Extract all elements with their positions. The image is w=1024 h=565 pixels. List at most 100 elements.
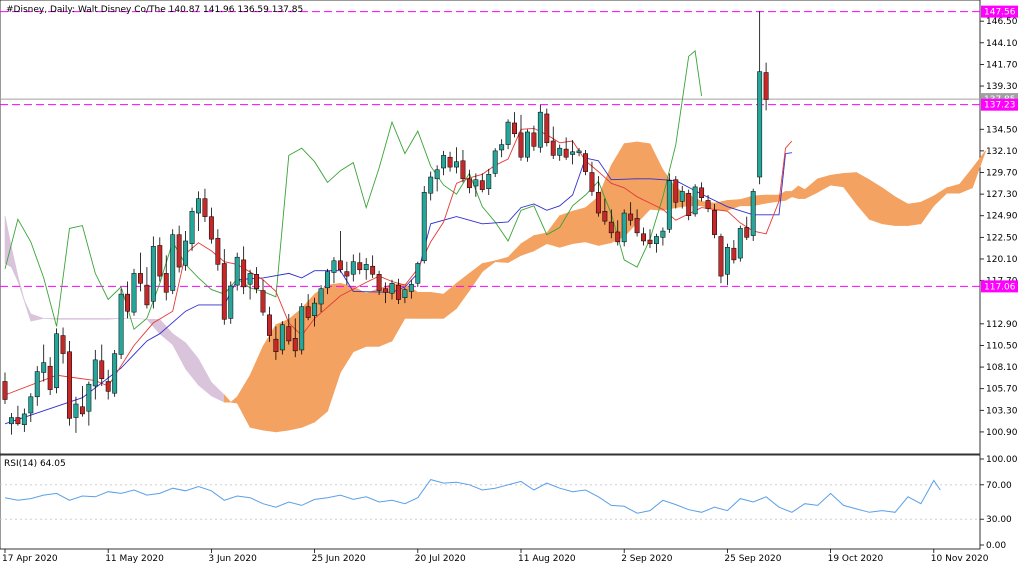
candle-body <box>505 121 511 145</box>
candle-body <box>718 236 724 277</box>
candle-body <box>402 289 408 298</box>
price-tick-label: 129.70 <box>986 169 1018 179</box>
candle-body <box>428 176 434 194</box>
candle-body <box>260 290 266 313</box>
candle-body <box>67 351 72 419</box>
candle <box>415 261 421 287</box>
price-tick-label: 103.30 <box>986 406 1018 416</box>
candle-body <box>679 191 685 202</box>
price-tick-label: 146.50 <box>986 17 1018 27</box>
chart-svg: #Disney, Daily: Walt Disney Co/The 140.8… <box>0 0 1018 564</box>
candle-body <box>163 273 169 293</box>
candle-body <box>686 192 692 216</box>
candle-body <box>692 186 698 215</box>
rsi-panel-frame <box>0 454 981 550</box>
price-tick-label: 120.10 <box>986 255 1018 265</box>
candle-body <box>105 381 111 392</box>
candle-body <box>202 198 208 217</box>
candle-body <box>589 172 595 192</box>
candle <box>666 173 672 233</box>
candle-body <box>421 192 427 262</box>
candle-body <box>247 273 253 285</box>
candle-body <box>673 179 679 203</box>
candle <box>421 186 427 264</box>
candle <box>112 349 118 397</box>
candle-body <box>550 140 556 156</box>
candle-body <box>724 247 730 275</box>
candle-body <box>157 245 163 277</box>
candle-body <box>325 271 330 289</box>
candle-body <box>60 335 66 354</box>
candle-body <box>196 198 201 214</box>
candle-body <box>376 274 382 291</box>
candle-body <box>557 147 563 156</box>
price-axis: 146.50 144.10 141.70 139.30 134.50 132.10 129.… <box>980 17 1018 438</box>
candle <box>525 129 530 162</box>
price-tick-label: 144.10 <box>986 39 1018 49</box>
candle-body <box>763 72 769 100</box>
candle-body <box>460 160 466 180</box>
time-axis: 17 Apr 2020 11 May 2020 3 Jun 2020 25 Jun 2… <box>2 549 989 564</box>
candle-body <box>15 417 21 425</box>
candle <box>118 288 124 359</box>
cloud-segment <box>907 201 922 226</box>
candle-body <box>641 233 646 242</box>
rsi-tick-label: 70.00 <box>986 481 1012 491</box>
rsi-tick-label: 0.00 <box>986 541 1006 551</box>
candle-body <box>286 326 292 342</box>
time-tick-label: 25 Sep 2020 <box>724 554 781 564</box>
candle-body <box>408 283 414 292</box>
candle-body <box>344 271 350 277</box>
candle-body <box>99 360 105 380</box>
candle-body <box>454 161 459 168</box>
candle-body <box>79 406 85 415</box>
candle-body <box>576 150 582 153</box>
time-tick-label: 10 Nov 2020 <box>931 554 989 564</box>
candle-body <box>654 236 659 244</box>
candle-body <box>512 122 517 135</box>
rsi-tick-label: 100.00 <box>986 455 1018 465</box>
candle-body <box>595 192 601 214</box>
price-panel: #Disney, Daily: Walt Disney Co/The 140.8… <box>0 0 986 455</box>
price-tag: 147.56 <box>981 5 1018 18</box>
candle-body <box>499 144 505 151</box>
candle <box>686 189 692 221</box>
price-tick-label: 105.70 <box>986 385 1018 395</box>
candle-body <box>363 264 369 271</box>
candle-body <box>621 212 627 243</box>
price-tick-label: 132.10 <box>986 147 1018 157</box>
candle <box>718 233 724 284</box>
candle-body <box>518 132 524 158</box>
candle-body <box>479 180 485 190</box>
candle-body <box>583 153 588 172</box>
cloud-segment <box>417 291 432 319</box>
candle-body <box>389 283 395 294</box>
time-tick-label: 20 Jul 2020 <box>415 554 466 564</box>
candle <box>492 148 498 178</box>
price-tick-label: 108.10 <box>986 363 1018 373</box>
candle-body <box>118 293 124 355</box>
candle-body <box>331 260 337 273</box>
price-tick-label: 112.90 <box>986 320 1018 330</box>
candle <box>544 108 550 147</box>
candle-body <box>183 240 189 266</box>
price-tag-label: 137.23 <box>984 101 1016 111</box>
candle-body <box>150 246 156 302</box>
time-tick-label: 19 Oct 2020 <box>828 554 884 564</box>
candle-body <box>492 150 498 174</box>
candle-body <box>254 274 260 289</box>
candle-body <box>570 151 576 155</box>
candle-body <box>228 285 234 319</box>
price-panel-frame <box>0 0 981 455</box>
candle-body <box>9 417 14 425</box>
cloud-segment <box>56 318 70 320</box>
candle-body <box>112 353 118 394</box>
candle-body <box>531 132 537 147</box>
rsi-tick-label: 30.00 <box>986 515 1012 525</box>
cloud-segment <box>636 141 651 224</box>
candle <box>505 119 511 150</box>
candle <box>234 252 240 291</box>
time-tick-label: 25 Jun 2020 <box>312 554 366 564</box>
time-tick-label: 17 Apr 2020 <box>2 554 58 564</box>
candle-body <box>731 247 737 261</box>
